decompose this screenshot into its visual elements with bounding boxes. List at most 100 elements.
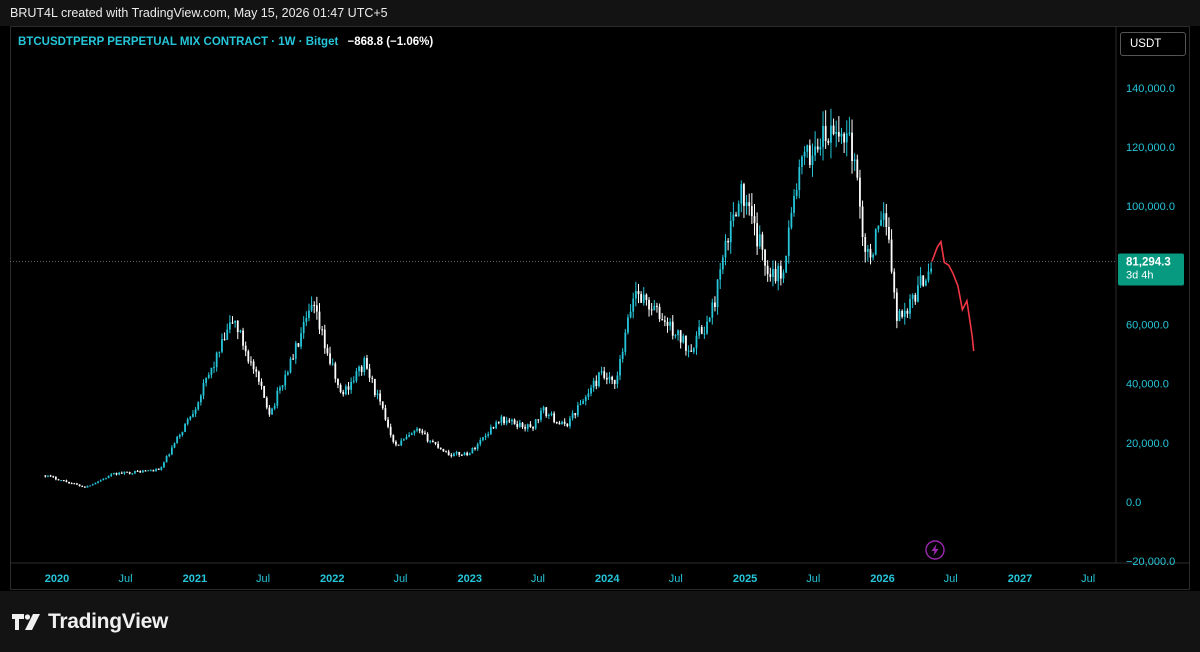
candle xyxy=(682,333,685,344)
candle xyxy=(302,316,305,339)
candle xyxy=(613,379,616,389)
candle xyxy=(661,313,664,321)
x-tick-label: Jul xyxy=(944,573,958,585)
candle xyxy=(112,472,115,475)
lightning-icon[interactable] xyxy=(925,540,945,560)
candle xyxy=(102,478,105,481)
candle xyxy=(352,376,355,384)
candle xyxy=(561,420,563,425)
candle xyxy=(895,288,898,329)
candle xyxy=(83,486,86,488)
candle xyxy=(257,370,260,385)
candle xyxy=(634,281,637,307)
candle xyxy=(128,471,131,475)
candle xyxy=(392,434,395,444)
candle xyxy=(845,120,848,157)
tradingview-logo[interactable]: TradingView xyxy=(12,610,168,634)
candle xyxy=(213,361,215,373)
candle xyxy=(782,269,785,283)
y-axis: 140,000.0 120,000.0 100,000.0 60,000.0 40,00… xyxy=(1126,83,1175,568)
candle xyxy=(576,401,579,418)
candle xyxy=(321,326,324,336)
candle xyxy=(893,268,896,299)
candle xyxy=(898,308,901,322)
candle xyxy=(524,424,527,432)
candle xyxy=(901,309,904,319)
y-tick-label: 20,000.0 xyxy=(1126,438,1169,450)
candle xyxy=(450,453,453,458)
x-tick-label: 2027 xyxy=(1008,573,1032,585)
candle xyxy=(595,375,598,390)
candle xyxy=(590,384,592,397)
candle xyxy=(827,138,830,146)
candle xyxy=(798,159,801,199)
x-tick-label: Jul xyxy=(256,573,270,585)
x-tick-label: 2024 xyxy=(595,573,620,585)
candle xyxy=(924,278,927,287)
candle xyxy=(387,417,389,429)
candle xyxy=(777,262,780,291)
candle xyxy=(545,406,548,418)
y-tick-label: 120,000.0 xyxy=(1126,142,1175,154)
candle xyxy=(205,377,208,387)
candle xyxy=(529,421,532,428)
candle xyxy=(927,263,930,283)
candle xyxy=(505,416,508,426)
candle xyxy=(455,450,458,456)
candle xyxy=(806,144,809,158)
candle xyxy=(157,468,160,471)
candle xyxy=(408,432,411,438)
candle xyxy=(273,403,276,411)
currency-button[interactable]: USDT xyxy=(1120,32,1186,56)
candle xyxy=(442,448,445,452)
candle xyxy=(764,248,766,276)
candle xyxy=(381,401,384,410)
price-badge-value: 81,294.3 xyxy=(1126,257,1171,269)
price-chart[interactable]: 140,000.0 120,000.0 100,000.0 60,000.0 40,00… xyxy=(0,0,1200,652)
candle xyxy=(416,426,418,433)
candle xyxy=(173,442,176,449)
candle xyxy=(656,302,658,313)
candle xyxy=(909,294,911,319)
candle xyxy=(872,252,875,261)
candle xyxy=(126,471,128,473)
candle xyxy=(824,110,827,149)
candle xyxy=(308,303,310,322)
candle xyxy=(384,404,387,421)
candle xyxy=(922,275,925,288)
candle xyxy=(376,389,379,400)
candle xyxy=(671,315,674,340)
candle xyxy=(819,138,822,156)
candle xyxy=(329,346,331,366)
candle xyxy=(558,420,561,425)
symbol-name[interactable]: BTCUSDTPERP PERPETUAL MIX CONTRACT · 1W … xyxy=(18,36,338,48)
candle xyxy=(903,302,906,325)
candle xyxy=(814,131,817,162)
candle xyxy=(289,356,292,374)
candle xyxy=(492,426,495,429)
symbol-legend[interactable]: BTCUSDTPERP PERPETUAL MIX CONTRACT · 1W … xyxy=(18,36,433,48)
candle xyxy=(579,399,582,406)
y-tick-label: −20,000.0 xyxy=(1126,556,1175,568)
candle xyxy=(497,421,500,425)
candle xyxy=(239,329,242,334)
candle xyxy=(250,356,252,366)
candle xyxy=(758,225,761,250)
candle xyxy=(629,304,632,319)
candle xyxy=(268,405,271,417)
x-tick-label: Jul xyxy=(119,573,133,585)
candle xyxy=(371,375,374,384)
candle xyxy=(424,430,426,435)
candle xyxy=(265,396,268,410)
candle xyxy=(487,431,490,438)
price-badge: 81,294.3 3d 4h xyxy=(1118,253,1184,286)
candle xyxy=(184,423,186,433)
candle xyxy=(347,382,350,395)
candle xyxy=(598,371,600,388)
x-tick-label: Jul xyxy=(531,573,545,585)
candle xyxy=(859,169,861,219)
candle xyxy=(785,255,788,274)
candle xyxy=(721,254,724,275)
candle xyxy=(848,116,851,137)
candle xyxy=(553,411,556,424)
